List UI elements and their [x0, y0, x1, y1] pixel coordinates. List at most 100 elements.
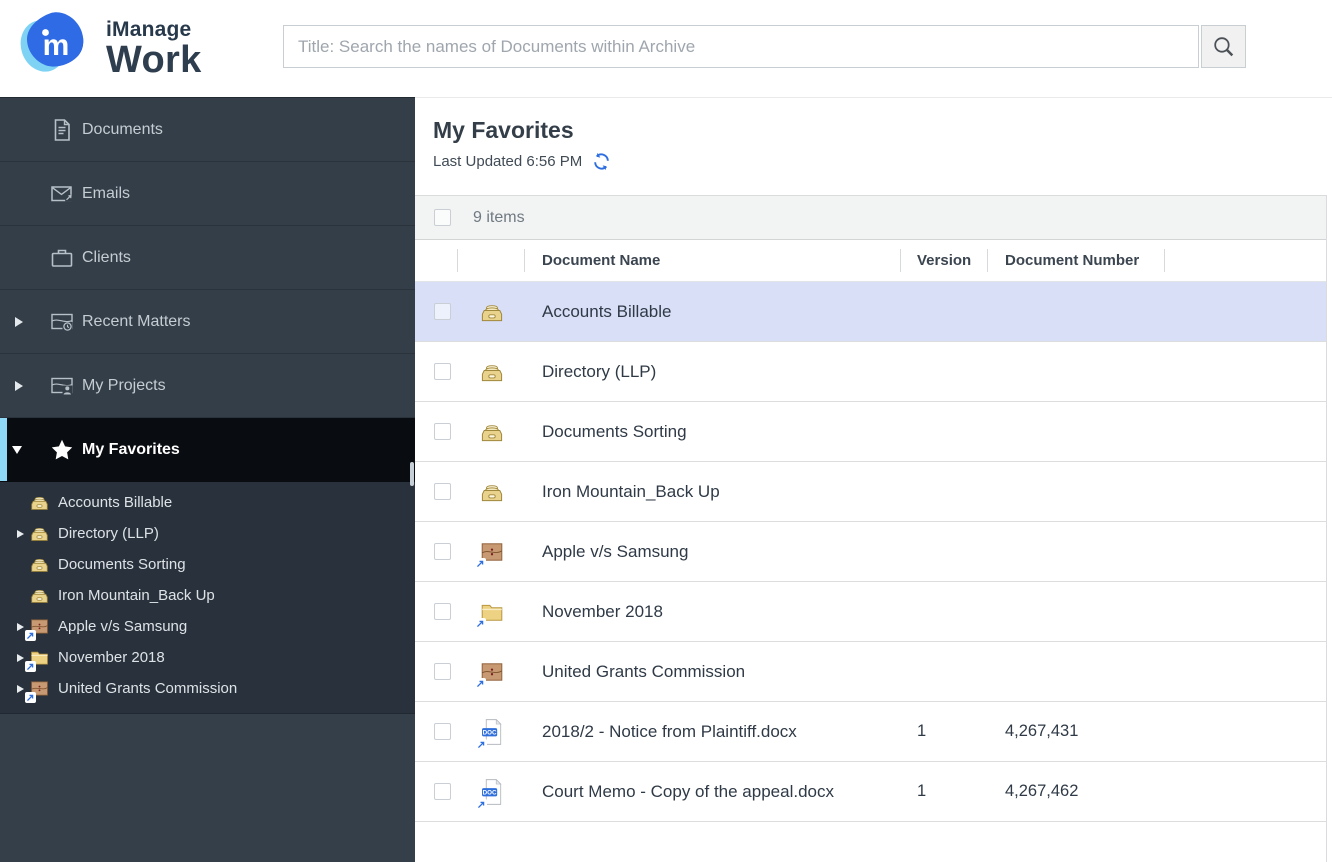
version-value — [901, 402, 988, 461]
tree-item-label: Accounts Billable — [58, 494, 173, 511]
expand-caret-icon[interactable] — [15, 380, 23, 391]
document-number-value — [988, 402, 1165, 461]
row-checkbox[interactable] — [434, 663, 451, 680]
table-row[interactable]: Accounts Billable — [415, 282, 1326, 342]
document-name[interactable]: 2018/2 - Notice from Plaintiff.docx — [525, 702, 901, 761]
expand-caret-icon[interactable] — [17, 684, 24, 693]
row-icon-cell — [458, 462, 525, 521]
row-checkbox[interactable] — [434, 483, 451, 500]
app-header: m iManage Work — [0, 0, 1332, 97]
folder-icon — [474, 599, 505, 629]
table-row[interactable]: Iron Mountain_Back Up — [415, 462, 1326, 522]
tree-item-iron-mountain[interactable]: Iron Mountain_Back Up — [0, 580, 415, 611]
file-drawer-icon — [29, 492, 50, 513]
file-drawer-icon — [29, 554, 50, 575]
document-name[interactable]: November 2018 — [525, 582, 901, 641]
last-updated-label: Last Updated 6:56 PM — [433, 153, 583, 170]
sidebar-item-label: Emails — [82, 184, 131, 202]
last-updated-row: Last Updated 6:56 PM — [433, 152, 1332, 171]
star-icon — [49, 437, 75, 463]
sidebar-item-my-favorites[interactable]: My Favorites — [0, 418, 415, 482]
document-name[interactable]: United Grants Commission — [525, 642, 901, 701]
email-icon — [49, 181, 75, 207]
imanage-logo: m — [20, 12, 84, 72]
row-icon-cell — [458, 282, 525, 341]
tree-item-apple-vs-samsung[interactable]: Apple v/s Samsung — [0, 611, 415, 642]
sidebar-item-documents[interactable]: Documents — [0, 98, 415, 162]
sidebar-item-clients[interactable]: Clients — [0, 226, 415, 290]
row-checkbox-cell — [415, 582, 458, 641]
file-drawer-icon — [29, 523, 50, 544]
expand-caret-icon[interactable] — [17, 653, 24, 662]
shortcut-arrow-icon — [474, 677, 486, 689]
row-spacer — [1165, 702, 1326, 761]
select-all-checkbox[interactable] — [434, 209, 451, 226]
expand-caret-icon[interactable] — [15, 316, 23, 327]
document-name[interactable]: Documents Sorting — [525, 402, 901, 461]
version-value — [901, 462, 988, 521]
table-row[interactable]: Apple v/s Samsung — [415, 522, 1326, 582]
table-row[interactable]: DOC Court Memo - Copy of the appeal.docx… — [415, 762, 1326, 822]
brand-product: Work — [106, 39, 202, 81]
table-row[interactable]: Documents Sorting — [415, 402, 1326, 462]
doc-file-icon: DOC — [475, 778, 504, 810]
tree-item-label: November 2018 — [58, 649, 165, 666]
tree-item-november-2018[interactable]: November 2018 — [0, 642, 415, 673]
row-spacer — [1165, 582, 1326, 641]
tree-item-documents-sorting[interactable]: Documents Sorting — [0, 549, 415, 580]
shortcut-arrow-icon — [25, 630, 36, 641]
column-document-name[interactable]: Document Name — [525, 240, 901, 281]
row-icon-cell: DOC — [458, 702, 525, 761]
table-row[interactable]: Directory (LLP) — [415, 342, 1326, 402]
search-button[interactable] — [1201, 25, 1246, 68]
version-value: 1 — [917, 722, 927, 740]
document-name[interactable]: Court Memo - Copy of the appeal.docx — [525, 762, 901, 821]
shortcut-arrow-icon — [474, 557, 486, 569]
row-spacer — [1165, 642, 1326, 701]
sidebar-footer — [0, 714, 415, 862]
sidebar-scrollbar[interactable] — [410, 462, 414, 486]
expand-caret-icon[interactable] — [17, 529, 24, 538]
tree-item-directory-llp[interactable]: Directory (LLP) — [0, 518, 415, 549]
sidebar-item-my-projects[interactable]: My Projects — [0, 354, 415, 418]
document-name[interactable]: Apple v/s Samsung — [525, 522, 901, 581]
column-version[interactable]: Version — [901, 240, 988, 281]
svg-text:DOC: DOC — [482, 729, 496, 736]
table-row[interactable]: November 2018 — [415, 582, 1326, 642]
row-checkbox[interactable] — [434, 603, 451, 620]
sidebar-item-recent-matters[interactable]: Recent Matters — [0, 290, 415, 354]
tree-item-accounts-billable[interactable]: Accounts Billable — [0, 487, 415, 518]
document-name[interactable]: Iron Mountain_Back Up — [525, 462, 901, 521]
search-input[interactable] — [283, 25, 1199, 68]
row-checkbox-cell — [415, 342, 458, 401]
refresh-icon — [592, 152, 611, 171]
table-row[interactable]: United Grants Commission — [415, 642, 1326, 702]
refresh-button[interactable] — [592, 152, 611, 171]
document-name[interactable]: Directory (LLP) — [525, 342, 901, 401]
row-checkbox[interactable] — [434, 783, 451, 800]
row-checkbox[interactable] — [434, 543, 451, 560]
row-checkbox-cell — [415, 702, 458, 761]
table-row[interactable]: DOC 2018/2 - Notice from Plaintiff.docx … — [415, 702, 1326, 762]
row-checkbox[interactable] — [434, 723, 451, 740]
row-checkbox-cell — [415, 522, 458, 581]
row-checkbox[interactable] — [434, 423, 451, 440]
tree-item-united-grants-commission[interactable]: United Grants Commission — [0, 673, 415, 704]
row-checkbox-cell — [415, 762, 458, 821]
document-name[interactable]: Accounts Billable — [525, 282, 901, 341]
column-document-number[interactable]: Document Number — [988, 240, 1165, 281]
app-body: Documents Emails Clients Recent Matters … — [0, 97, 1332, 862]
page-title: My Favorites — [433, 117, 574, 143]
collapse-caret-icon[interactable] — [12, 445, 22, 454]
row-spacer — [1165, 462, 1326, 521]
row-checkbox[interactable] — [434, 303, 451, 320]
shortcut-arrow-icon — [475, 798, 487, 810]
favorites-tree: Accounts Billable Directory (LLP) Docume… — [0, 482, 415, 714]
sidebar-item-emails[interactable]: Emails — [0, 162, 415, 226]
row-icon-cell: DOC — [458, 762, 525, 821]
row-spacer — [1165, 282, 1326, 341]
file-drawer-icon — [29, 585, 50, 606]
expand-caret-icon[interactable] — [17, 622, 24, 631]
row-checkbox[interactable] — [434, 363, 451, 380]
row-checkbox-cell — [415, 642, 458, 701]
